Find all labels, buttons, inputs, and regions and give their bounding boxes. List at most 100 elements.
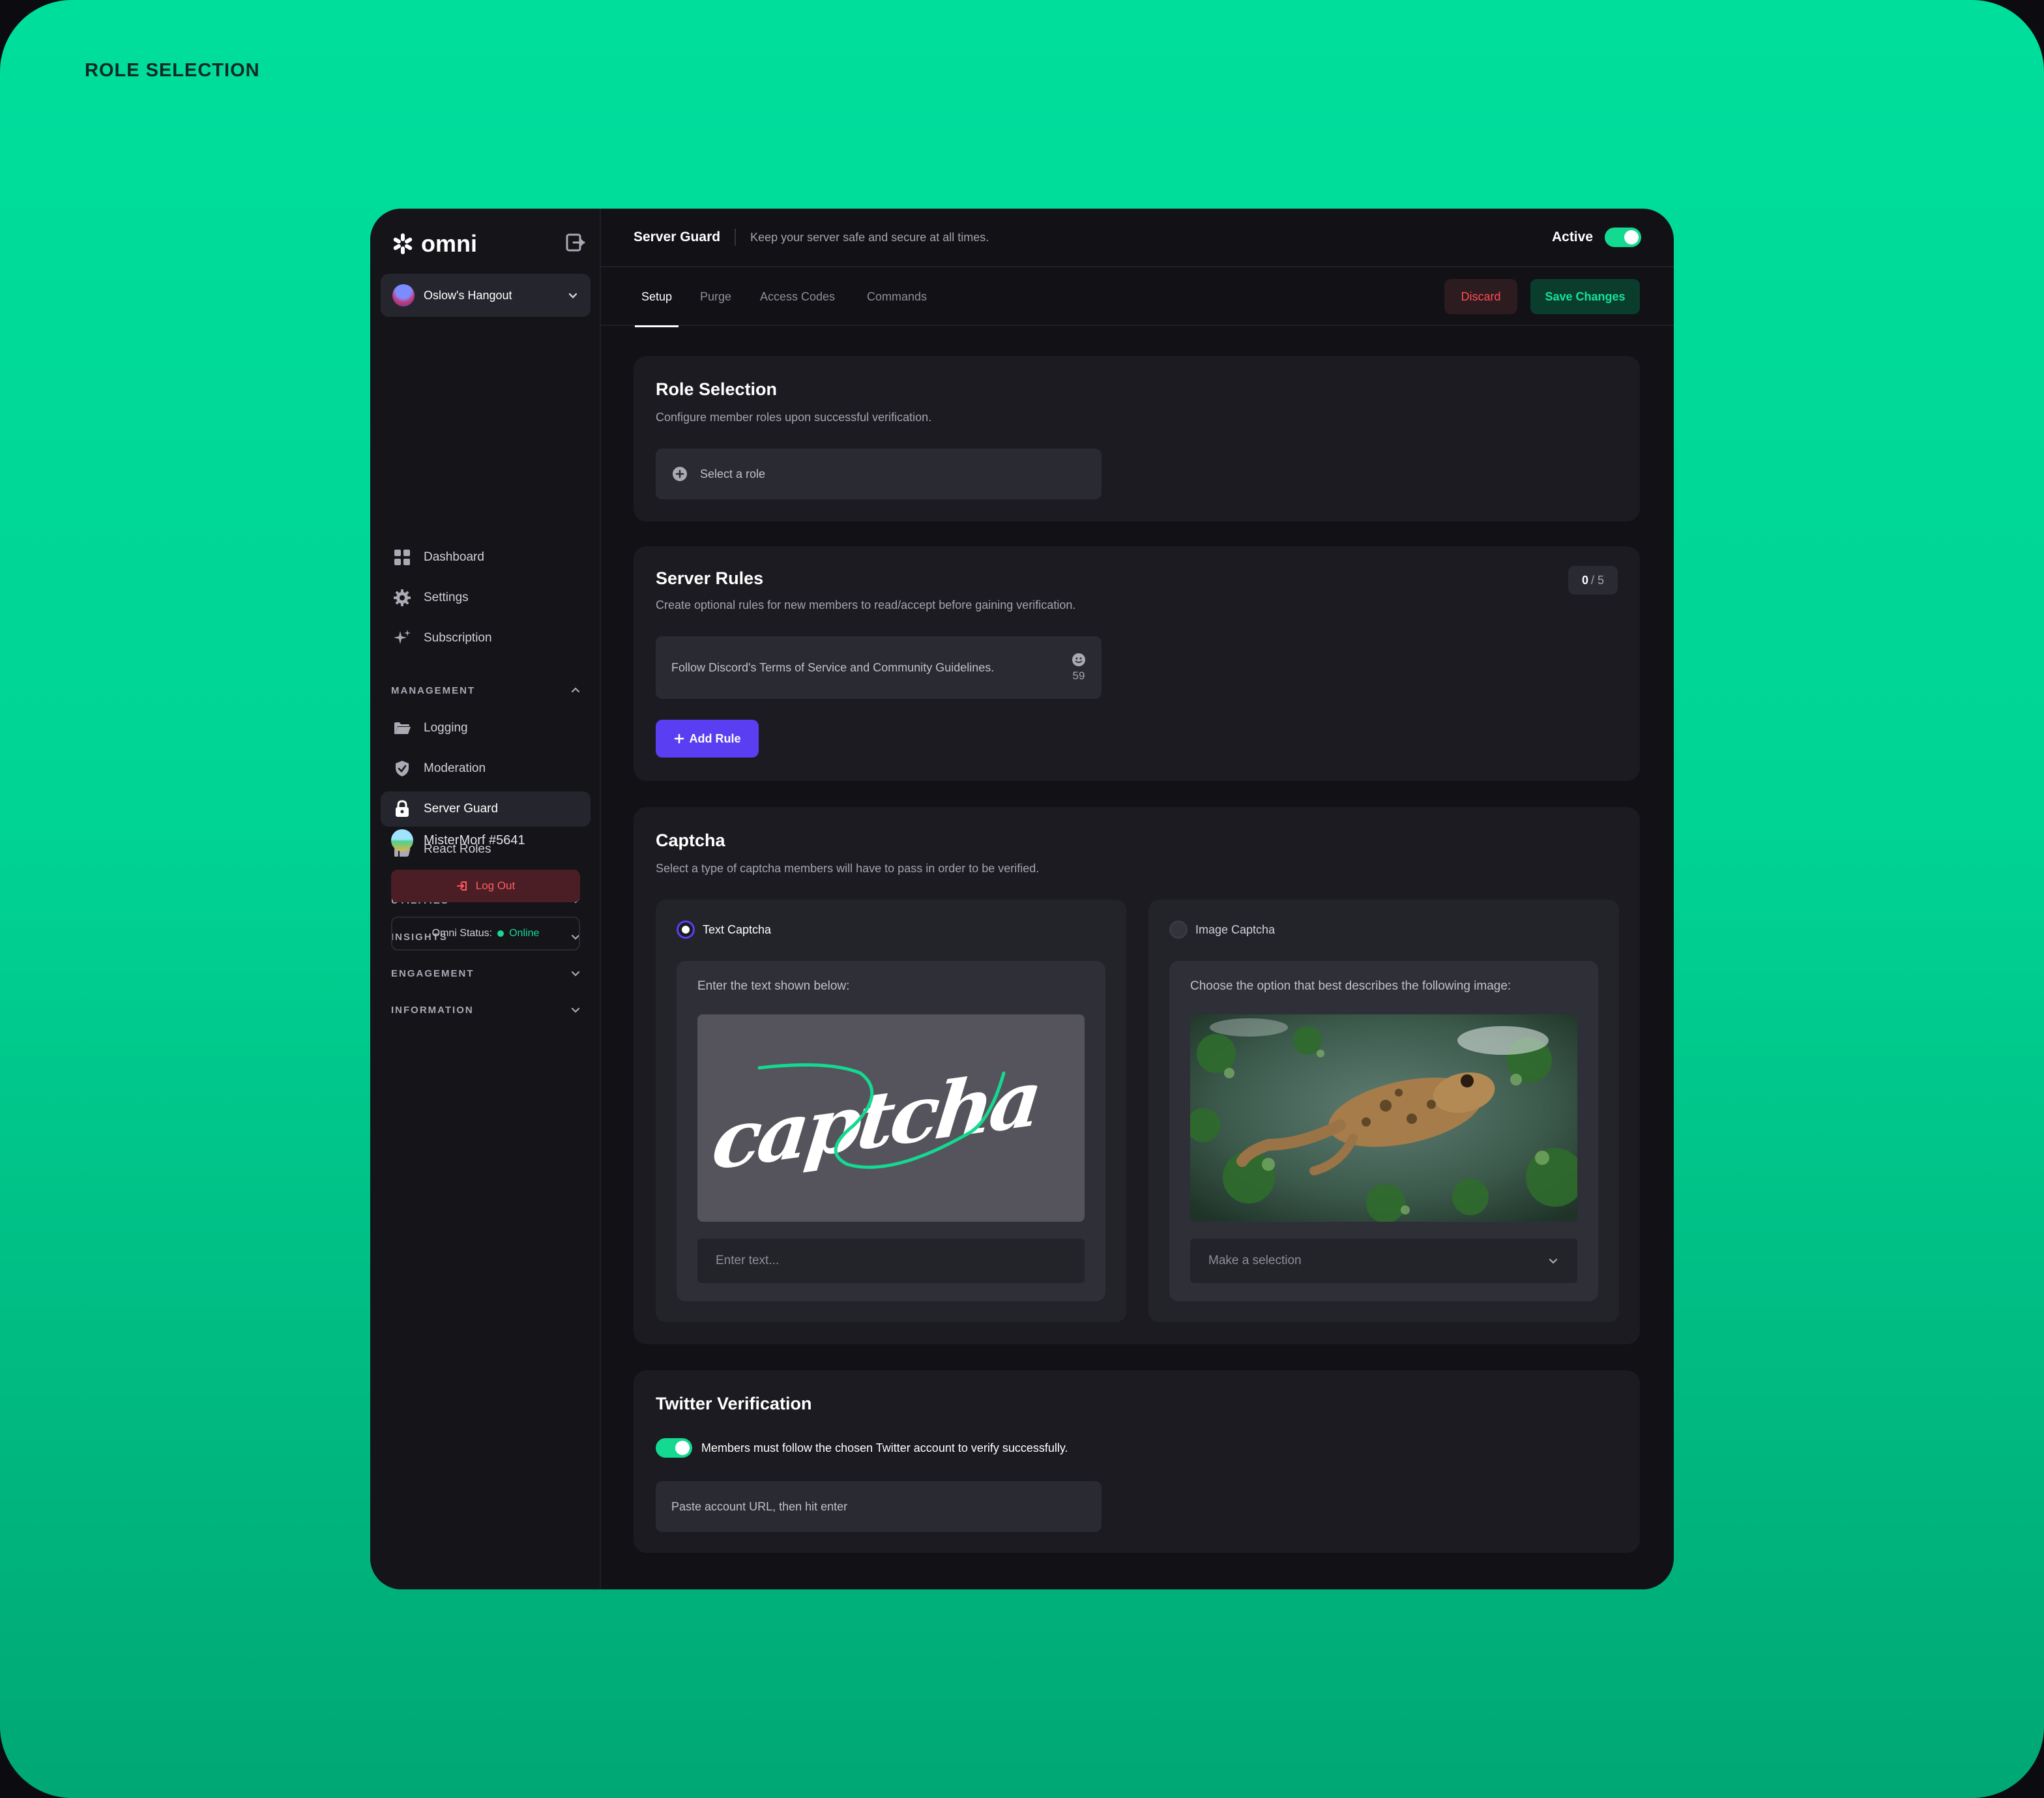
captcha-card: Captcha Select a type of captcha members… (634, 807, 1640, 1344)
gear-icon (394, 589, 411, 606)
status-label: Omni Status: (431, 928, 493, 939)
sidebar-item-label: Logging (424, 721, 468, 735)
twitter-url-input[interactable]: Paste account URL, then hit enter (656, 1481, 1102, 1532)
text-captcha-option[interactable]: Text Captcha (677, 921, 771, 939)
chevron-up-icon (571, 687, 580, 693)
text-captcha-panel[interactable]: Text Captcha Enter the text shown below:… (656, 900, 1126, 1322)
status-indicator: Omni Status: Online (391, 917, 580, 951)
twitter-follow-toggle[interactable] (656, 1438, 692, 1458)
page-header: Server Guard Keep your server safe and s… (601, 209, 1674, 267)
sidebar-item-logging[interactable]: Logging (381, 711, 591, 746)
logout-icon (456, 881, 467, 891)
tab-bar: Setup Purge Access Codes Commands Discar… (601, 267, 1674, 327)
rule-char-count: 59 (1072, 670, 1085, 682)
captcha-prompt: Choose the option that best describes th… (1190, 979, 1511, 993)
sidebar-item-subscription[interactable]: Subscription (381, 621, 591, 656)
active-toggle[interactable] (1605, 228, 1641, 247)
section-management[interactable]: MANAGEMENT (391, 681, 581, 700)
add-rule-button[interactable]: Add Rule (656, 720, 759, 758)
server-selector[interactable]: Oslow's Hangout (381, 274, 591, 317)
twitter-follow-toggle-row[interactable]: Members must follow the chosen Twitter a… (656, 1438, 1068, 1458)
active-label: Active (1551, 229, 1593, 244)
logout-button[interactable]: Log Out (391, 870, 580, 902)
status-value: Online (509, 928, 540, 939)
tab-commands[interactable]: Commands (867, 267, 927, 326)
status-dot-icon (497, 930, 504, 937)
sidebar-item-moderation[interactable]: Moderation (381, 751, 591, 786)
role-selection-card: Role Selection Configure member roles up… (634, 356, 1640, 522)
collapse-sidebar-icon[interactable] (563, 231, 587, 254)
sidebar-item-label: Settings (424, 591, 469, 604)
sidebar-item-label: Moderation (424, 761, 486, 775)
sidebar-item-label: Dashboard (424, 550, 484, 564)
card-description: Create optional rules for new members to… (656, 598, 1076, 612)
rules-max: / 5 (1591, 573, 1605, 587)
sidebar-item-label: Subscription (424, 631, 492, 645)
section-title: INFORMATION (391, 1004, 474, 1016)
brand-logo[interactable]: omni (391, 228, 477, 259)
page-title: Server Guard (634, 229, 721, 244)
plus-icon (674, 733, 684, 744)
captcha-prompt: Enter the text shown below: (697, 979, 850, 993)
sidebar: omni Oslow's Hangout Dashboard Settings … (370, 209, 601, 1589)
image-captcha-radio[interactable] (1169, 921, 1188, 939)
card-title: Twitter Verification (656, 1394, 812, 1413)
rule-input[interactable]: Follow Discord's Terms of Service and Co… (656, 636, 1102, 699)
section-information[interactable]: INFORMATION (391, 1000, 581, 1020)
shield-icon (396, 761, 409, 776)
role-select-placeholder: Select a role (700, 467, 766, 480)
card-title: Server Rules (656, 568, 764, 588)
add-rule-label: Add Rule (689, 731, 741, 745)
grid-icon (394, 550, 410, 565)
canvas-background: ROLE SELECTION omni Oslow's Hangout Dash… (0, 0, 2044, 1798)
captcha-frog-image (1190, 1014, 1577, 1222)
plus-circle-icon (673, 467, 687, 481)
tab-access-codes[interactable]: Access Codes (760, 267, 835, 326)
user-profile[interactable]: MisterMorf #5641 (391, 829, 525, 851)
header-divider (735, 229, 737, 246)
section-title: ENGAGEMENT (391, 967, 474, 979)
page-label: ROLE SELECTION (85, 60, 260, 81)
chevron-down-icon (571, 1007, 580, 1013)
user-name: MisterMorf #5641 (424, 833, 525, 847)
card-description: Configure member roles upon successful v… (656, 411, 932, 424)
text-captcha-radio[interactable] (677, 921, 695, 939)
text-captcha-preview: Enter the text shown below: captcha Ente… (677, 961, 1105, 1301)
brand-name: omni (421, 230, 477, 257)
toggle-label: Members must follow the chosen Twitter a… (701, 1441, 1068, 1454)
image-captcha-select[interactable]: Make a selection (1190, 1239, 1577, 1283)
server-name: Oslow's Hangout (424, 288, 512, 302)
option-label: Text Captcha (703, 922, 772, 936)
role-select-field[interactable]: Select a role (656, 449, 1102, 499)
sidebar-item-label: Server Guard (424, 802, 499, 816)
twitter-url-placeholder: Paste account URL, then hit enter (671, 1499, 848, 1513)
omni-logo-icon (393, 233, 413, 254)
chevron-down-icon (571, 971, 580, 977)
image-captcha-panel[interactable]: Image Captcha Choose the option that bes… (1148, 900, 1619, 1322)
card-title: Role Selection (656, 379, 778, 399)
lock-icon (396, 800, 409, 817)
section-title: MANAGEMENT (391, 685, 476, 696)
chevron-down-icon (568, 293, 577, 299)
sparkle-icon (394, 630, 411, 644)
sidebar-item-settings[interactable]: Settings (381, 580, 591, 615)
rules-counter-badge: 0 / 5 (1568, 566, 1618, 595)
sidebar-item-dashboard[interactable]: Dashboard (381, 540, 591, 575)
discard-button[interactable]: Discard (1444, 279, 1517, 314)
sidebar-item-server-guard[interactable]: Server Guard (381, 791, 591, 827)
tab-purge[interactable]: Purge (700, 267, 731, 326)
image-captcha-option[interactable]: Image Captcha (1169, 921, 1275, 939)
captcha-select-placeholder: Make a selection (1208, 1254, 1302, 1267)
save-changes-button[interactable]: Save Changes (1530, 279, 1640, 314)
card-title: Captcha (656, 831, 725, 850)
captcha-input-placeholder: Enter text... (716, 1254, 780, 1267)
captcha-text-input[interactable]: Enter text... (697, 1239, 1085, 1283)
captcha-image: captcha (697, 1014, 1085, 1222)
server-avatar (392, 284, 415, 306)
tab-setup[interactable]: Setup (634, 267, 679, 327)
main-content: Server Guard Keep your server safe and s… (601, 209, 1674, 1589)
emoji-icon[interactable] (1072, 653, 1086, 667)
app-window: omni Oslow's Hangout Dashboard Settings … (370, 209, 1674, 1589)
card-description: Select a type of captcha members will ha… (656, 862, 1040, 875)
section-engagement[interactable]: ENGAGEMENT (391, 964, 581, 983)
